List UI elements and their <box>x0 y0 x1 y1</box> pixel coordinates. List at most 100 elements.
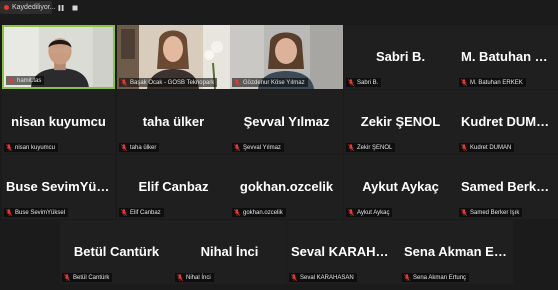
participant-name-label: taha ülker <box>119 143 160 152</box>
participant-tile[interactable]: Samed Berker Işık Samed Berker Işık <box>457 155 558 219</box>
microphone-muted-icon <box>121 209 127 216</box>
pause-recording-button[interactable] <box>55 1 67 14</box>
participant-name-label: Betül Cantürk <box>62 273 113 282</box>
participant-label-text: hamit.tas <box>17 77 42 84</box>
microphone-muted-icon <box>6 209 12 216</box>
participant-display-name: nisan kuyumcu <box>11 113 106 129</box>
microphone-muted-icon <box>461 79 467 86</box>
participant-tile[interactable]: gokhan.ozcelik gokhan.ozcelik <box>230 155 343 219</box>
participant-label-text: Aykut Aykaç <box>357 209 390 216</box>
participant-tile[interactable]: Sabri B. Sabri B. <box>344 25 457 89</box>
participant-label-text: Sabri B. <box>357 79 379 86</box>
meeting-topbar: Kaydediliyor... <box>0 0 558 18</box>
participant-tile[interactable]: Aykut Aykaç Aykut Aykaç <box>344 155 457 219</box>
participant-tile[interactable]: Nihal İnci Nihal İnci <box>173 220 286 284</box>
microphone-muted-icon <box>177 274 183 281</box>
participant-label-text: Başak Ocak - GOSB Teknopark <box>130 79 215 86</box>
microphone-muted-icon <box>121 144 127 151</box>
participant-label-text: gokhan.ozcelik <box>243 209 283 216</box>
participant-name-label: M. Batuhan ERKEK <box>459 78 526 87</box>
participant-display-name: Zekir ŞENOL <box>360 113 441 129</box>
microphone-muted-icon <box>6 144 12 151</box>
participant-tile[interactable]: Şevval Yılmaz Şevval Yılmaz <box>230 90 343 154</box>
participant-display-name: Betül Cantürk <box>73 243 160 259</box>
participant-tile[interactable]: nisan kuyumcu nisan kuyumcu <box>2 90 115 154</box>
participant-label-text: taha ülker <box>130 144 157 151</box>
participant-name-label: Başak Ocak - GOSB Teknopark <box>119 78 218 87</box>
participant-label-text: Sena Akman Ertunç <box>413 274 467 281</box>
microphone-muted-icon <box>404 274 410 281</box>
microphone-muted-icon <box>348 144 354 151</box>
participant-name-label: gokhan.ozcelik <box>232 208 286 217</box>
microphone-muted-icon <box>461 144 467 151</box>
participant-label-text: Elif Canbaz <box>130 209 161 216</box>
participant-name-label: Şevval Yılmaz <box>232 143 284 152</box>
participant-tile[interactable]: Elif Canbaz Elif Canbaz <box>117 155 230 219</box>
participant-name-label: Gözdenur Köse Yılmaz <box>232 78 308 87</box>
participant-label-text: Zekir ŞENOL <box>357 144 393 151</box>
participant-display-name: Sabri B. <box>375 48 426 64</box>
microphone-muted-icon <box>461 209 467 216</box>
participant-tile[interactable]: Kudret DUMAN Kudret DUMAN <box>457 90 558 154</box>
participant-display-name: M. Batuhan ER... <box>461 48 558 64</box>
recording-label: Kaydediliyor... <box>12 4 56 11</box>
participant-name-label: Elif Canbaz <box>119 208 164 217</box>
participant-tile[interactable]: taha ülker taha ülker <box>117 90 230 154</box>
participant-label-text: Şevval Yılmaz <box>243 144 281 151</box>
participant-name-label: Sabri B. <box>346 78 382 87</box>
participant-name-label: Aykut Aykaç <box>346 208 393 217</box>
stop-icon <box>72 5 78 10</box>
microphone-muted-icon <box>64 274 70 281</box>
microphone-muted-icon <box>121 79 127 86</box>
participant-display-name: Şevval Yılmaz <box>243 113 330 129</box>
recording-indicator[interactable]: Kaydediliyor... <box>0 1 56 14</box>
participant-name-label: hamit.tas <box>6 76 45 85</box>
participant-name-label: Samed Berker Işık <box>459 208 523 217</box>
participant-label-text: Kudret DUMAN <box>470 144 512 151</box>
participant-display-name: gokhan.ozcelik <box>239 178 334 194</box>
participant-display-name: Sena Akman Ert... <box>404 243 513 259</box>
participant-label-text: Betül Cantürk <box>73 274 110 281</box>
participant-display-name: Seval KARAHAS... <box>291 243 400 259</box>
participant-label-text: Samed Berker Işık <box>470 209 520 216</box>
participant-label-text: M. Batuhan ERKEK <box>470 79 523 86</box>
participant-display-name: Aykut Aykaç <box>362 178 439 194</box>
participant-tile[interactable]: Betül Cantürk Betül Cantürk <box>60 220 173 284</box>
participant-name-label: Zekir ŞENOL <box>346 143 396 152</box>
microphone-muted-icon <box>8 77 14 84</box>
recording-dot-icon <box>4 5 9 10</box>
participant-label-text: Buse SevimYüksel <box>15 209 66 216</box>
pause-icon <box>58 4 64 11</box>
participant-label-text: nisan kuyumcu <box>15 144 56 151</box>
participant-tile[interactable]: Zekir ŞENOL Zekir ŞENOL <box>344 90 457 154</box>
participant-tile[interactable]: Buse SevimYüksel Buse SevimYüksel <box>2 155 115 219</box>
microphone-muted-icon <box>348 79 354 86</box>
participant-tile[interactable]: Sena Akman Ert... Sena Akman Ertunç <box>400 220 513 284</box>
participant-name-label: nisan kuyumcu <box>4 143 59 152</box>
participant-label-text: Seval KARAHASAN <box>300 274 354 281</box>
stop-recording-button[interactable] <box>69 1 81 14</box>
participant-name-label: Nihal İnci <box>175 273 214 282</box>
participant-tile[interactable]: hamit.tas <box>2 25 115 89</box>
participant-name-label: Seval KARAHASAN <box>289 273 357 282</box>
microphone-muted-icon <box>234 144 240 151</box>
participant-label-text: Gözdenur Köse Yılmaz <box>243 79 305 86</box>
microphone-muted-icon <box>348 209 354 216</box>
participant-display-name: Buse SevimYüksel <box>6 178 115 194</box>
participant-display-name: Elif Canbaz <box>138 178 209 194</box>
participant-label-text: Nihal İnci <box>186 274 211 281</box>
participant-name-label: Buse SevimYüksel <box>4 208 69 217</box>
microphone-muted-icon <box>291 274 297 281</box>
participant-display-name: Kudret DUMAN <box>461 113 555 129</box>
participant-tile[interactable]: Seval KARAHAS... Seval KARAHASAN <box>287 220 400 284</box>
participant-tile[interactable]: Başak Ocak - GOSB Teknopark <box>117 25 230 89</box>
participant-name-label: Kudret DUMAN <box>459 143 515 152</box>
participant-name-label: Sena Akman Ertunç <box>402 273 470 282</box>
microphone-muted-icon <box>234 79 240 86</box>
microphone-muted-icon <box>234 209 240 216</box>
participant-display-name: Nihal İnci <box>200 243 259 259</box>
participant-tile[interactable]: M. Batuhan ER... M. Batuhan ERKEK <box>457 25 558 89</box>
participant-display-name: taha ülker <box>142 113 205 129</box>
participant-tile[interactable]: Gözdenur Köse Yılmaz <box>230 25 343 89</box>
participant-display-name: Samed Berker Işık <box>461 178 558 194</box>
